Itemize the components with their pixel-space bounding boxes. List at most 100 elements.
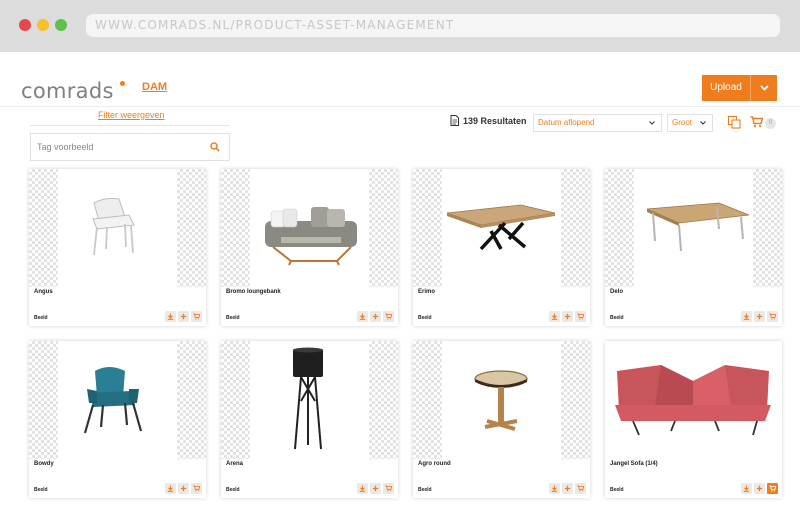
- cart-icon: [769, 485, 776, 492]
- download-button[interactable]: [165, 311, 176, 322]
- product-card[interactable]: Bromo loungebank Beeld: [221, 169, 398, 326]
- add-to-cart-button[interactable]: [767, 311, 778, 322]
- add-button[interactable]: [754, 311, 765, 322]
- filter-toggle-link[interactable]: Filter weergeven: [98, 110, 165, 120]
- add-to-cart-button[interactable]: [191, 483, 202, 494]
- table-illustration: [646, 202, 750, 252]
- product-thumbnail[interactable]: [221, 341, 398, 459]
- product-thumbnail[interactable]: [605, 341, 782, 459]
- asset-type-label: Beeld: [418, 487, 432, 493]
- add-to-cart-button[interactable]: [767, 483, 778, 494]
- plus-icon: [372, 313, 379, 320]
- plus-icon: [180, 485, 187, 492]
- maximize-window-dot[interactable]: [55, 19, 67, 31]
- product-card[interactable]: Jangel Sofa (1/4) Beeld: [605, 341, 782, 498]
- download-icon: [551, 313, 558, 320]
- comrads-logo[interactable]: comrads: [21, 79, 114, 103]
- nav-dam-link[interactable]: DAM: [142, 81, 167, 93]
- document-icon: [450, 115, 459, 126]
- add-button[interactable]: [562, 311, 573, 322]
- product-card[interactable]: Delo Beeld: [605, 169, 782, 326]
- asset-type-label: Beeld: [226, 487, 240, 493]
- add-button[interactable]: [370, 483, 381, 494]
- cart-icon: [577, 313, 584, 320]
- download-button[interactable]: [741, 311, 752, 322]
- product-name: Agro round: [418, 461, 451, 467]
- download-button[interactable]: [549, 311, 560, 322]
- asset-type-label: Beeld: [34, 315, 48, 321]
- wood-table-metal-legs-image: [646, 202, 750, 252]
- plus-icon: [756, 485, 763, 492]
- logo-accent-dot: [120, 81, 125, 86]
- asset-type-label: Beeld: [226, 315, 240, 321]
- transparency-pattern: [221, 169, 250, 287]
- close-window-dot[interactable]: [19, 19, 31, 31]
- add-button[interactable]: [370, 311, 381, 322]
- download-button[interactable]: [549, 483, 560, 494]
- product-thumbnail[interactable]: [29, 169, 206, 287]
- download-button[interactable]: [741, 483, 752, 494]
- sofa-illustration: [265, 207, 357, 266]
- transparency-pattern: [221, 341, 250, 459]
- transparency-pattern: [369, 169, 398, 287]
- address-bar[interactable]: WWW.COMRADS.NL/PRODUCT-ASSET-MANAGEMENT: [86, 14, 780, 37]
- upload-options-button[interactable]: [750, 75, 777, 101]
- cart-icon: [769, 313, 776, 320]
- teal-armchair-image: [83, 367, 143, 434]
- product-name: Bowdy: [34, 461, 54, 467]
- add-button[interactable]: [178, 311, 189, 322]
- product-name: Angus: [34, 289, 53, 295]
- product-thumbnail[interactable]: [413, 169, 590, 287]
- transparency-pattern: [29, 341, 58, 459]
- product-thumbnail[interactable]: [605, 169, 782, 287]
- transparency-pattern: [177, 341, 206, 459]
- add-button[interactable]: [562, 483, 573, 494]
- red-sofa-image: [605, 349, 771, 459]
- add-to-cart-button[interactable]: [383, 311, 394, 322]
- product-thumbnail[interactable]: [413, 341, 590, 459]
- tag-search-input[interactable]: [31, 134, 201, 160]
- chevron-down-icon: [700, 121, 706, 125]
- product-name: Arena: [226, 461, 244, 467]
- cart-icon: [385, 313, 392, 320]
- search-icon[interactable]: [210, 142, 220, 152]
- product-thumbnail[interactable]: [29, 341, 206, 459]
- product-card[interactable]: Angus Beeld: [29, 169, 206, 326]
- add-button[interactable]: [178, 483, 189, 494]
- transparency-pattern: [413, 341, 442, 459]
- cart-icon[interactable]: [750, 116, 763, 128]
- asset-type-label: Beeld: [34, 487, 48, 493]
- add-button[interactable]: [754, 483, 765, 494]
- download-button[interactable]: [357, 311, 368, 322]
- download-button[interactable]: [357, 483, 368, 494]
- cart-count-badge: 0: [765, 118, 776, 129]
- product-name: Jangel Sofa (1/4): [610, 461, 658, 467]
- plus-icon: [564, 485, 571, 492]
- add-to-cart-button[interactable]: [575, 483, 586, 494]
- product-card[interactable]: Arena Beeld: [221, 341, 398, 498]
- plus-icon: [756, 313, 763, 320]
- product-thumbnail[interactable]: [221, 169, 398, 287]
- download-button[interactable]: [165, 483, 176, 494]
- floor-lamp-image: [293, 347, 323, 450]
- product-card[interactable]: Erimo Beeld: [413, 169, 590, 326]
- add-to-cart-button[interactable]: [575, 311, 586, 322]
- minimize-window-dot[interactable]: [37, 19, 49, 31]
- cart-icon: [385, 485, 392, 492]
- product-card[interactable]: Agro round Beeld: [413, 341, 590, 498]
- sort-select[interactable]: Datum aflopend: [533, 114, 662, 132]
- product-name: Delo: [610, 289, 624, 295]
- transparency-pattern: [29, 169, 58, 287]
- cart-icon: [193, 485, 200, 492]
- size-select[interactable]: Groot: [667, 114, 713, 132]
- round-side-table-image: [474, 370, 528, 431]
- transparency-pattern: [753, 169, 782, 287]
- results-label: 139 Resultaten: [463, 116, 527, 126]
- product-card[interactable]: Bowdy Beeld: [29, 341, 206, 498]
- white-chair-image: [92, 198, 135, 256]
- upload-button[interactable]: Upload: [702, 75, 750, 101]
- copy-icon[interactable]: [728, 116, 741, 129]
- lamp-illustration: [293, 347, 323, 450]
- add-to-cart-button[interactable]: [191, 311, 202, 322]
- add-to-cart-button[interactable]: [383, 483, 394, 494]
